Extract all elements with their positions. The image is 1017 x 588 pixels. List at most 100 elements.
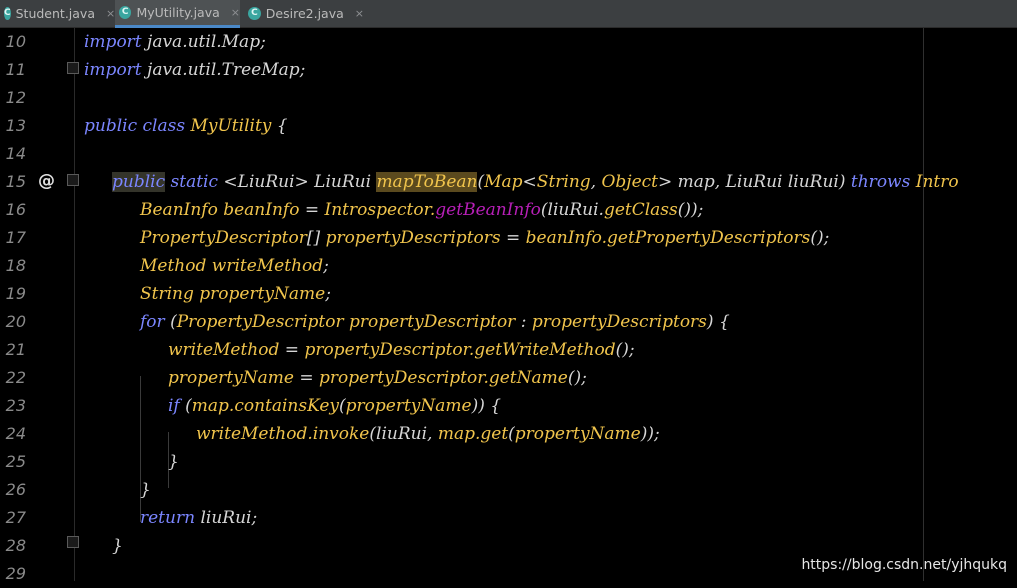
code-token: propertyName — [168, 368, 300, 388]
code-line[interactable]: 16 BeanInfo beanInfo = Introspector.getBe… — [0, 196, 1017, 224]
line-number: 19 — [5, 284, 26, 303]
line-number: 10 — [5, 32, 26, 51]
tab-myutility-java[interactable]: C MyUtility.java × — [115, 0, 240, 28]
code-token: java.util.Map; — [147, 32, 266, 52]
code-text: } — [168, 448, 179, 476]
code-token: Introspector. — [324, 200, 436, 220]
code-text: import java.util.Map; — [84, 28, 266, 56]
line-number: 28 — [5, 536, 26, 555]
code-token: : — [520, 312, 532, 332]
code-token: import — [84, 60, 148, 80]
code-line[interactable]: 28} — [0, 532, 1017, 560]
code-text: } — [140, 476, 151, 504]
code-token: ( — [170, 312, 177, 332]
code-token: propertyDescriptor.getWriteMethod — [304, 340, 616, 360]
code-line[interactable]: 14 — [0, 140, 1017, 168]
code-token: propertyDescriptors — [325, 228, 507, 248]
java-class-icon: C — [4, 7, 11, 20]
tab-student-java[interactable]: C Student.java × — [0, 0, 115, 27]
line-number: 24 — [5, 424, 26, 443]
code-token: > map, LiuRui liuRui) — [658, 172, 851, 192]
code-token: [] — [306, 228, 326, 248]
code-line[interactable]: 27 return liuRui; — [0, 504, 1017, 532]
line-number: 12 — [5, 88, 26, 107]
line-number: 18 — [5, 256, 26, 275]
code-token: Intro — [915, 172, 959, 192]
code-line[interactable]: 13 public class MyUtility { — [0, 112, 1017, 140]
code-token: (liuRui, — [369, 424, 438, 444]
code-token: map.get — [437, 424, 509, 444]
code-token: for — [140, 312, 171, 332]
code-token: ( — [339, 396, 346, 416]
code-token: Object — [601, 172, 658, 192]
line-number: 14 — [5, 144, 26, 163]
close-icon[interactable]: × — [106, 7, 115, 20]
code-line[interactable]: 23 if (map.containsKey(propertyName)) { — [0, 392, 1017, 420]
line-number: 23 — [5, 396, 26, 415]
code-token: String propertyName — [140, 284, 326, 304]
code-line[interactable]: 11 import java.util.TreeMap; — [0, 56, 1017, 84]
code-token: ( — [185, 396, 192, 416]
code-token: , — [590, 172, 602, 192]
line-number: 25 — [5, 452, 26, 471]
code-token: PropertyDescriptor propertyDescriptor — [176, 312, 521, 332]
code-token: public — [112, 172, 166, 192]
code-token: Map — [484, 172, 523, 192]
tab-label: MyUtility.java — [136, 5, 220, 20]
close-icon[interactable]: × — [231, 6, 240, 19]
code-token: = — [304, 200, 325, 220]
code-token: ; — [323, 256, 329, 276]
line-number: 17 — [5, 228, 26, 247]
code-line[interactable]: 17 PropertyDescriptor[] propertyDescripto… — [0, 224, 1017, 252]
code-token: String — [536, 172, 591, 192]
line-number: 13 — [5, 116, 26, 135]
code-line[interactable]: 21 writeMethod = propertyDescriptor.getWr… — [0, 336, 1017, 364]
code-text: Method writeMethod; — [140, 252, 329, 280]
code-line[interactable]: 25} — [0, 448, 1017, 476]
code-token: ; — [325, 284, 331, 304]
code-token: ) { — [706, 312, 730, 332]
code-token: propertyDescriptors — [531, 312, 707, 332]
code-line[interactable]: 24 writeMethod.invoke(liuRui, map.get(pro… — [0, 420, 1017, 448]
code-token: import — [84, 32, 148, 52]
tab-desire2-java[interactable]: C Desire2.java × — [244, 0, 364, 27]
code-line[interactable]: 15 public static <LiuRui> LiuRui mapToBea… — [0, 168, 1017, 196]
code-token: writeMethod — [168, 340, 285, 360]
code-token: = — [506, 228, 526, 248]
code-token: )); — [640, 424, 660, 444]
code-token: MyUtility — [190, 116, 277, 136]
code-line[interactable]: 12 — [0, 84, 1017, 112]
line-number: 20 — [5, 312, 26, 331]
code-token: = — [299, 368, 319, 388]
code-line[interactable]: 26} — [0, 476, 1017, 504]
code-token: return — [140, 508, 201, 528]
close-icon[interactable]: × — [355, 7, 364, 20]
code-token: map.containsKey — [191, 396, 340, 416]
code-text: PropertyDescriptor[] propertyDescriptors… — [140, 224, 829, 252]
code-token: getClass — [603, 200, 678, 220]
code-token: propertyName — [345, 396, 472, 416]
code-line[interactable]: 22 propertyName = propertyDescriptor.getN… — [0, 364, 1017, 392]
code-token: PropertyDescriptor — [140, 228, 307, 248]
code-text: } — [112, 532, 123, 560]
code-token: liuRui; — [200, 508, 258, 528]
code-line[interactable]: 19 String propertyName; — [0, 280, 1017, 308]
code-line[interactable]: 10 import java.util.Map; — [0, 28, 1017, 56]
code-token: writeMethod.invoke — [196, 424, 370, 444]
code-text: writeMethod.invoke(liuRui, map.get(prope… — [196, 420, 660, 448]
code-text: public class MyUtility { — [84, 112, 288, 140]
code-text: public static <LiuRui> LiuRui mapToBean(… — [112, 168, 959, 196]
code-token: static — [165, 172, 224, 192]
code-text: BeanInfo beanInfo = Introspector.getBean… — [140, 196, 703, 224]
code-token: beanInfo.getPropertyDescriptors — [525, 228, 811, 248]
code-token: < — [522, 172, 537, 192]
code-editor[interactable]: @ 10 import java.util.Map; 11 import java.u… — [0, 28, 1017, 583]
code-line[interactable]: 20 for (PropertyDescriptor propertyDescri… — [0, 308, 1017, 336]
line-number: 11 — [5, 60, 26, 79]
code-token: ()); — [677, 200, 704, 220]
watermark: https://blog.csdn.net/yjhqukq — [801, 557, 1007, 573]
line-number: 22 — [5, 368, 26, 387]
code-token: <LiuRui> LiuRui — [223, 172, 377, 192]
code-line[interactable]: 18 Method writeMethod; — [0, 252, 1017, 280]
code-token: (liuRui. — [540, 200, 604, 220]
